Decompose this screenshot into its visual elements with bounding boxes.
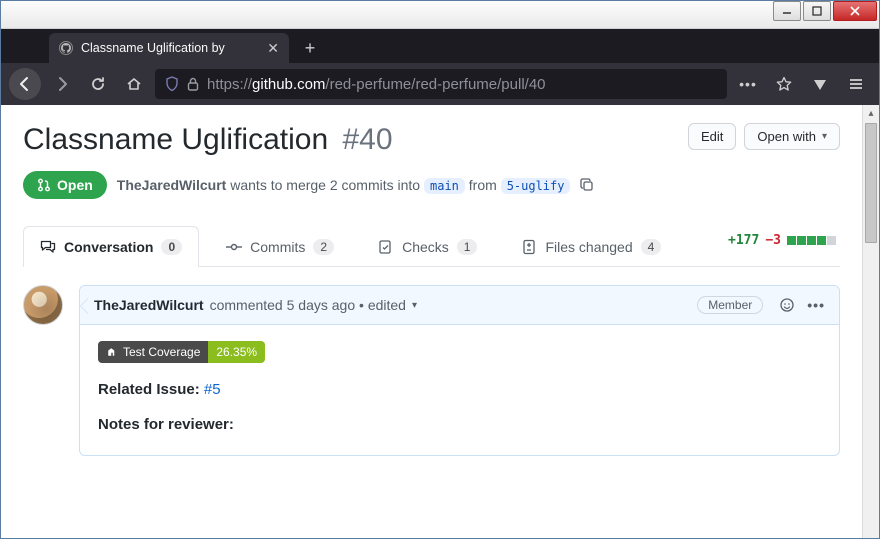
role-badge: Member xyxy=(697,296,763,314)
page-content: Classname Uglification #40 Edit Open wit… xyxy=(1,105,862,538)
window-maximize-button[interactable] xyxy=(803,1,831,21)
window-minimize-button[interactable] xyxy=(773,1,801,21)
git-pull-request-icon xyxy=(37,178,51,192)
file-diff-icon xyxy=(521,239,537,255)
comment-meta: commented 5 days ago • edited xyxy=(210,297,406,313)
tracking-shield-icon[interactable] xyxy=(165,76,179,92)
additions-count: +177 xyxy=(728,233,759,248)
diff-blocks xyxy=(787,236,836,245)
brand-badge-icon[interactable] xyxy=(805,69,835,99)
tab-strip: Classname Uglification by ✕ + xyxy=(1,29,879,63)
browser-chrome: Classname Uglification by ✕ + https://gi… xyxy=(1,29,879,105)
comment-kebab-icon[interactable]: ••• xyxy=(807,297,825,313)
browser-tab[interactable]: Classname Uglification by ✕ xyxy=(49,33,289,63)
coverage-badge[interactable]: Test Coverage 26.35% xyxy=(98,341,265,363)
git-commit-icon xyxy=(226,239,242,255)
open-with-button[interactable]: Open with ▾ xyxy=(744,123,840,150)
emoji-reaction-icon[interactable] xyxy=(779,297,795,313)
tab-checks[interactable]: Checks 1 xyxy=(361,226,494,267)
pr-number: #40 xyxy=(342,123,392,156)
tab-commits[interactable]: Commits 2 xyxy=(209,226,351,267)
url-text: https://github.com/red-perfume/red-perfu… xyxy=(207,76,546,93)
edited-dropdown-icon[interactable]: ▾ xyxy=(412,300,417,311)
edit-button[interactable]: Edit xyxy=(688,123,736,150)
files-count: 4 xyxy=(641,239,662,255)
browser-navbar: https://github.com/red-perfume/red-perfu… xyxy=(1,63,879,105)
app-menu-icon[interactable] xyxy=(841,69,871,99)
tab-conversation[interactable]: Conversation 0 xyxy=(23,226,199,267)
caret-down-icon: ▾ xyxy=(822,131,827,142)
coverage-icon xyxy=(106,346,118,358)
nav-reload-button[interactable] xyxy=(83,69,113,99)
address-bar[interactable]: https://github.com/red-perfume/red-perfu… xyxy=(155,69,727,99)
checks-count: 1 xyxy=(457,239,478,255)
tab-close-icon[interactable]: ✕ xyxy=(267,40,279,57)
os-titlebar xyxy=(1,1,879,29)
comment-bubble: TheJaredWilcurt commented 5 days ago • e… xyxy=(79,285,840,456)
notes-line: Notes for reviewer: xyxy=(98,416,821,433)
browser-tab-title: Classname Uglification by xyxy=(81,41,225,55)
diffstat: +177 −3 xyxy=(728,233,840,258)
nav-back-button[interactable] xyxy=(9,68,41,100)
scroll-up-arrow-icon[interactable]: ▴ xyxy=(863,105,879,122)
nav-forward-button[interactable] xyxy=(47,69,77,99)
conversation-count: 0 xyxy=(161,239,182,255)
page-actions-icon[interactable]: ••• xyxy=(733,69,763,99)
new-tab-button[interactable]: + xyxy=(297,35,323,61)
comment-author[interactable]: TheJaredWilcurt xyxy=(94,297,204,313)
deletions-count: −3 xyxy=(765,233,781,248)
window-close-button[interactable] xyxy=(833,1,877,21)
github-favicon-icon xyxy=(59,41,73,55)
tab-files-changed[interactable]: Files changed 4 xyxy=(504,226,678,267)
vertical-scrollbar[interactable]: ▴ xyxy=(862,105,879,538)
issue-link[interactable]: #5 xyxy=(204,381,221,398)
nav-home-button[interactable] xyxy=(119,69,149,99)
scrollbar-thumb[interactable] xyxy=(865,123,877,243)
merge-summary: TheJaredWilcurt wants to merge 2 commits… xyxy=(117,177,571,193)
tab-nav: Conversation 0 Commits 2 Checks 1 Files … xyxy=(23,225,840,267)
head-branch[interactable]: 5-uglify xyxy=(501,178,571,194)
lock-icon[interactable] xyxy=(187,77,199,91)
pr-state-badge: Open xyxy=(23,171,107,199)
checklist-icon xyxy=(378,239,394,255)
base-branch[interactable]: main xyxy=(424,178,465,194)
bookmark-star-icon[interactable] xyxy=(769,69,799,99)
avatar[interactable] xyxy=(23,285,63,325)
pr-title: Classname Uglification #40 xyxy=(23,123,393,157)
related-issue-line: Related Issue: #5 xyxy=(98,381,821,398)
copy-branch-icon[interactable] xyxy=(580,178,594,192)
commits-count: 2 xyxy=(313,239,334,255)
comment-discussion-icon xyxy=(40,239,56,255)
